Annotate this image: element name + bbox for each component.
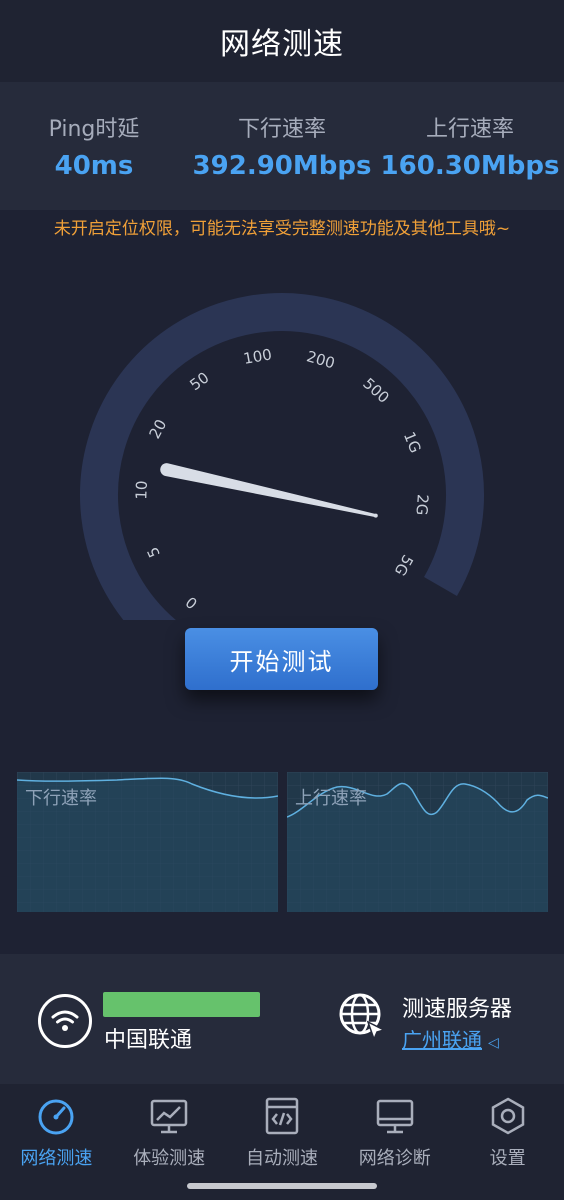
gauge-tick-label: 0 [182, 593, 201, 613]
stat-download: 下行速率 392.90Mbps [188, 82, 376, 210]
server-name-link[interactable]: 广州联通 [402, 1028, 482, 1052]
stat-ping: Ping时延 40ms [0, 82, 188, 210]
carrier-name: 中国联通 [104, 1028, 193, 1053]
speedometer-icon [38, 1099, 74, 1135]
page-title: 网络测速 [220, 27, 344, 62]
stat-value: 392.90Mbps [192, 151, 372, 181]
upload-chart: 上行速率 [286, 772, 549, 912]
gauge-tick-label: 2G [412, 494, 431, 516]
download-chart-label: 下行速率 [25, 788, 97, 809]
tab-label: 网络诊断 [358, 1148, 431, 1169]
download-chart: 下行速率 [16, 772, 279, 912]
tab-label: 设置 [489, 1148, 526, 1169]
triangle-left-icon: ◁ [488, 1035, 499, 1051]
network-info-panel: 中国联通 测速服务器 广州联通 ◁ [0, 954, 564, 1084]
server-title: 测速服务器 [402, 997, 513, 1022]
tab-label: 体验测速 [133, 1148, 206, 1169]
tab-settings[interactable]: 设置 [451, 1084, 564, 1200]
start-test-button[interactable]: 开始测试 [185, 628, 378, 690]
gauge-tick-label: 200 [304, 347, 336, 372]
location-permission-warning: 未开启定位权限，可能无法享受完整测速功能及其他工具哦~ [53, 219, 511, 239]
gauge-tick-label: 1G [400, 429, 425, 455]
speed-gauge: 0 5 10 20 50 100 200 500 1G 2G 5G [80, 293, 484, 620]
gauge-needle [160, 463, 377, 518]
gauge-tick-label: 100 [242, 345, 273, 368]
globe-cursor-icon [339, 993, 387, 1042]
wifi-icon [38, 994, 92, 1048]
gauge-tick-label: 5 [143, 544, 163, 560]
gauge-tick-label: 50 [186, 368, 212, 394]
stat-upload: 上行速率 160.30Mbps [376, 82, 564, 210]
gauge-tick-labels: 0 5 10 20 50 100 200 500 1G 2G 5G [132, 345, 432, 612]
gauge-tick-label: 20 [146, 416, 171, 441]
stat-label: Ping时延 [48, 117, 140, 142]
stat-label: 下行速率 [237, 117, 326, 142]
tab-label: 网络测速 [20, 1148, 93, 1169]
code-window-icon [265, 1097, 299, 1135]
signal-strength-bar [103, 992, 260, 1017]
tab-label: 自动测速 [245, 1148, 318, 1169]
home-indicator [187, 1183, 377, 1189]
stat-label: 上行速率 [425, 117, 514, 142]
gauge-needle-hub [373, 513, 378, 518]
title-bar: 网络测速 [0, 0, 564, 82]
gauge-tick-label: 10 [132, 480, 151, 500]
stats-panel: Ping时延 40ms 下行速率 392.90Mbps 上行速率 160.30M… [0, 82, 564, 210]
gauge-tick-label: 5G [391, 552, 417, 579]
upload-chart-label: 上行速率 [295, 788, 367, 809]
stat-value: 40ms [54, 151, 134, 181]
stat-value: 160.30Mbps [380, 151, 560, 181]
tab-speed-test[interactable]: 网络测速 [0, 1084, 113, 1200]
server-selector[interactable]: 广州联通 ◁ [402, 1024, 499, 1053]
settings-hexagon-icon [491, 1097, 524, 1135]
gauge-tick-label: 500 [359, 374, 392, 407]
monitor-chart-icon [150, 1099, 188, 1134]
computer-icon [376, 1099, 414, 1134]
